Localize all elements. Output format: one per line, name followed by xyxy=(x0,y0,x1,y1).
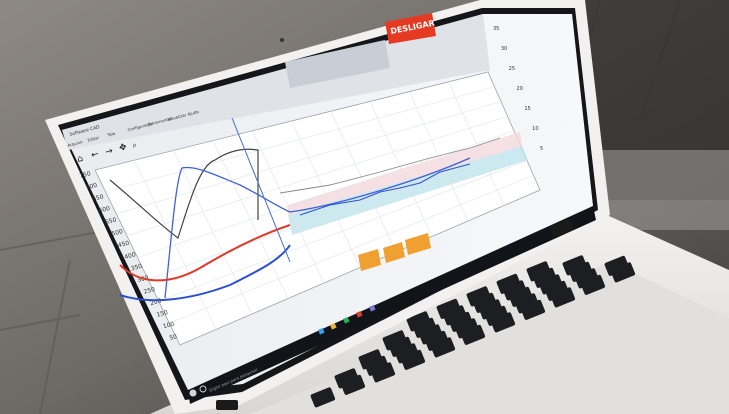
webcam xyxy=(280,38,284,42)
right-tick-label: 10 xyxy=(532,126,538,132)
hinge-bumper-left xyxy=(216,400,238,410)
right-tick-label: 5 xyxy=(540,146,543,152)
right-tick-label: 30 xyxy=(501,46,507,52)
laptop-photo: acer DESLIGAR Software CAD ArquivoEditar… xyxy=(0,0,729,414)
right-tick-label: 35 xyxy=(493,26,499,32)
start-icon[interactable] xyxy=(189,389,197,397)
wall-panel xyxy=(600,150,729,230)
right-tick-label: 15 xyxy=(524,106,530,112)
right-tick-label: 20 xyxy=(517,86,523,92)
right-tick-label: 25 xyxy=(509,66,515,72)
